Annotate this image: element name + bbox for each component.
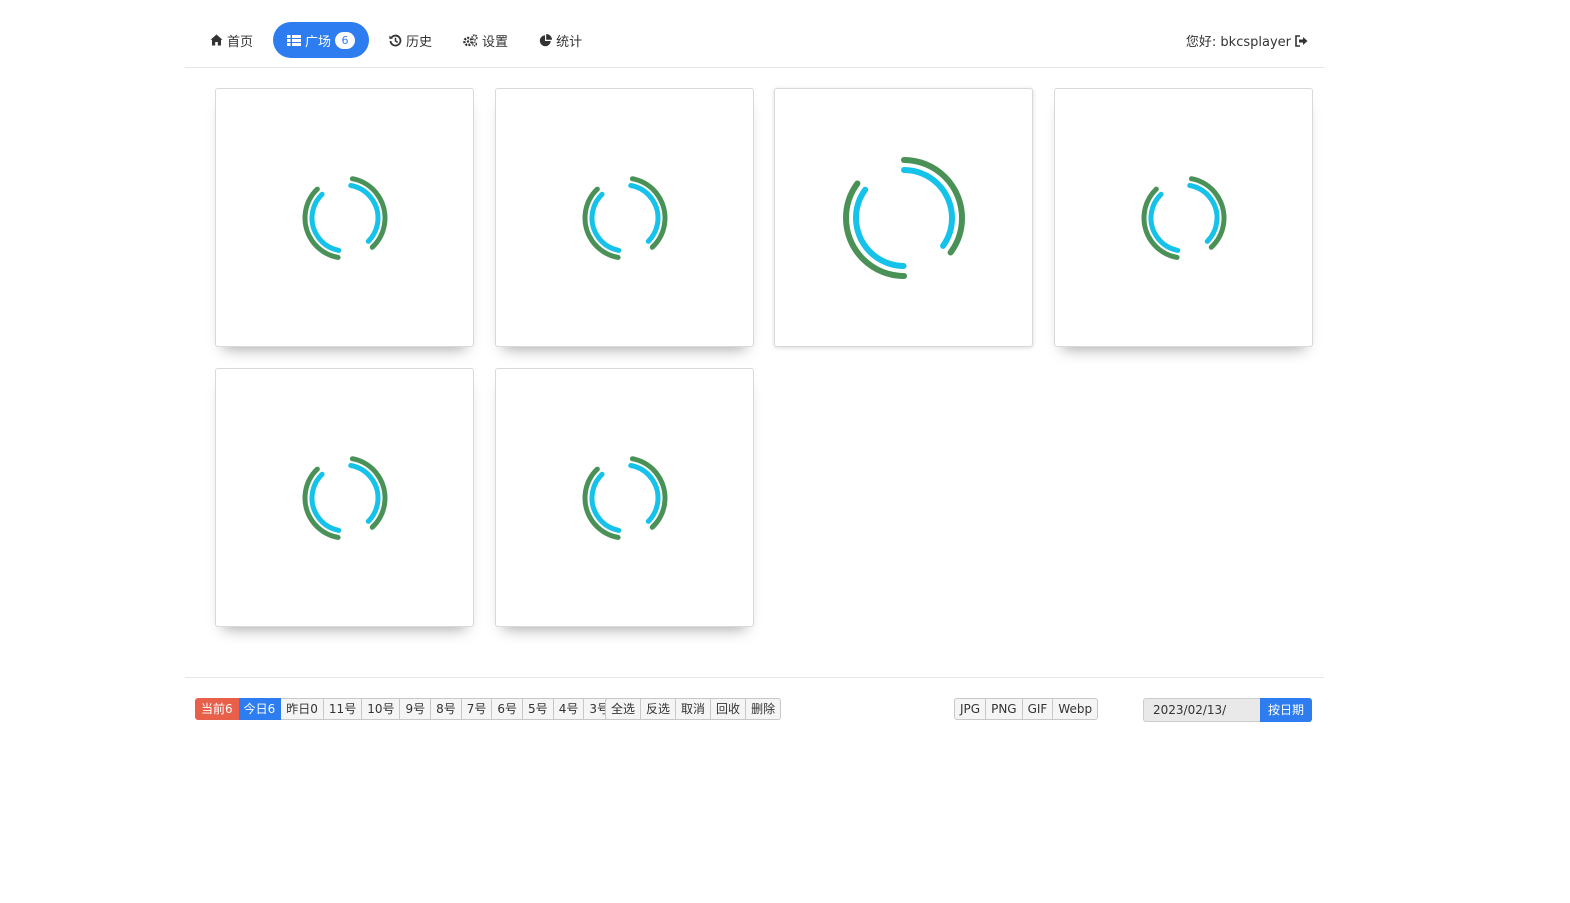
selection-actions-group: 全选 反选 取消 回收 删除 xyxy=(605,698,782,720)
nav-menu: 首页 广场 6 历史 设置 统计 xyxy=(199,22,602,58)
top-nav: 首页 广场 6 历史 设置 统计 您好: bkcsplayer xyxy=(185,0,1324,68)
nav-item-label: 历史 xyxy=(406,34,433,50)
filter-yesterday-button[interactable]: 昨日0 xyxy=(281,698,324,720)
nav-item-home[interactable]: 首页 xyxy=(199,22,264,58)
invert-selection-button[interactable]: 反选 xyxy=(641,698,677,720)
gears-icon xyxy=(463,33,478,47)
format-webp-button[interactable]: Webp xyxy=(1053,698,1099,720)
filter-day-button[interactable]: 8号 xyxy=(431,698,462,720)
nav-item-label: 广场 xyxy=(305,34,332,50)
date-input[interactable] xyxy=(1143,698,1260,722)
filter-day-button[interactable]: 9号 xyxy=(400,698,432,720)
filter-day-button[interactable]: 7号 xyxy=(461,698,493,720)
nav-item-stats[interactable]: 统计 xyxy=(528,22,593,58)
select-all-button[interactable]: 全选 xyxy=(605,698,642,720)
format-png-button[interactable]: PNG xyxy=(986,698,1023,720)
loading-spinner-icon xyxy=(582,175,667,260)
loading-spinner-icon xyxy=(302,175,387,260)
nav-item-history[interactable]: 历史 xyxy=(378,22,443,58)
filter-current-button[interactable]: 当前6 xyxy=(195,698,239,720)
image-card[interactable] xyxy=(495,368,754,627)
image-card[interactable] xyxy=(1054,88,1313,347)
greeting-text: 您好: bkcsplayer xyxy=(1185,35,1291,50)
count-badge: 6 xyxy=(335,31,356,49)
format-gif-button[interactable]: GIF xyxy=(1022,698,1054,720)
nav-item-label: 首页 xyxy=(227,34,254,50)
date-filter: 按日期 xyxy=(1143,698,1313,722)
filter-day-button[interactable]: 6号 xyxy=(492,698,524,720)
footer-divider xyxy=(185,677,1324,678)
nav-item-label: 设置 xyxy=(482,34,509,50)
history-icon xyxy=(389,34,402,47)
user-greeting: 您好: bkcsplayer xyxy=(1186,31,1308,50)
loading-spinner-icon xyxy=(842,156,965,279)
app-container: 首页 广场 6 历史 设置 统计 您好: bkcsplayer 当前6 今日6 … xyxy=(185,0,1324,722)
format-jpg-button[interactable]: JPG xyxy=(954,698,987,720)
filter-day-button[interactable]: 4号 xyxy=(553,698,585,720)
delete-button[interactable]: 删除 xyxy=(746,698,782,720)
cancel-selection-button[interactable]: 取消 xyxy=(676,698,712,720)
filter-day-button[interactable]: 5号 xyxy=(523,698,554,720)
nav-item-settings[interactable]: 设置 xyxy=(452,22,519,58)
home-icon xyxy=(210,34,223,46)
logout-icon[interactable] xyxy=(1295,34,1308,47)
filter-today-button[interactable]: 今日6 xyxy=(238,698,282,720)
nav-item-square[interactable]: 广场 6 xyxy=(273,22,370,58)
loading-spinner-icon xyxy=(302,455,387,540)
image-card[interactable] xyxy=(495,88,754,347)
loading-spinner-icon xyxy=(582,455,667,540)
nav-item-label: 统计 xyxy=(556,34,583,50)
image-card[interactable] xyxy=(215,88,474,347)
image-card[interactable] xyxy=(774,88,1033,347)
day-filter-group: 当前6 今日6 昨日0 11号 10号 9号 8号 7号 6号 5号 4号 3号 xyxy=(195,698,615,720)
filter-day-button[interactable]: 10号 xyxy=(362,698,401,720)
filter-day-button[interactable]: 11号 xyxy=(323,698,363,720)
loading-spinner-icon xyxy=(1141,175,1226,260)
filter-by-date-button[interactable]: 按日期 xyxy=(1260,698,1313,722)
image-card[interactable] xyxy=(215,368,474,627)
recycle-button[interactable]: 回收 xyxy=(711,698,747,720)
pie-chart-icon xyxy=(539,33,553,47)
grid-icon xyxy=(287,34,302,46)
format-filter-group: JPG PNG GIF Webp xyxy=(954,698,1099,720)
